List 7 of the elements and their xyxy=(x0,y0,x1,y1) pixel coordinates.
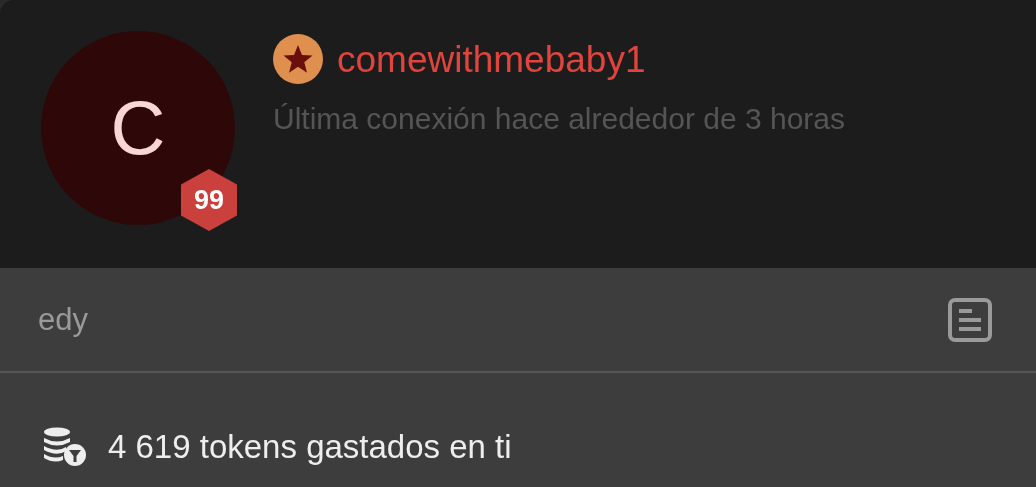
username: comewithmebaby1 xyxy=(337,40,646,78)
coins-icon xyxy=(42,426,88,467)
level-badge: 99 xyxy=(181,169,237,231)
note-text: edy xyxy=(38,304,88,335)
note-icon[interactable] xyxy=(948,297,992,342)
last-seen-text: Última conexión hace alrededor de 3 horas xyxy=(273,104,845,134)
tokens-spent-text: 4 619 tokens gastados en ti xyxy=(108,430,512,463)
